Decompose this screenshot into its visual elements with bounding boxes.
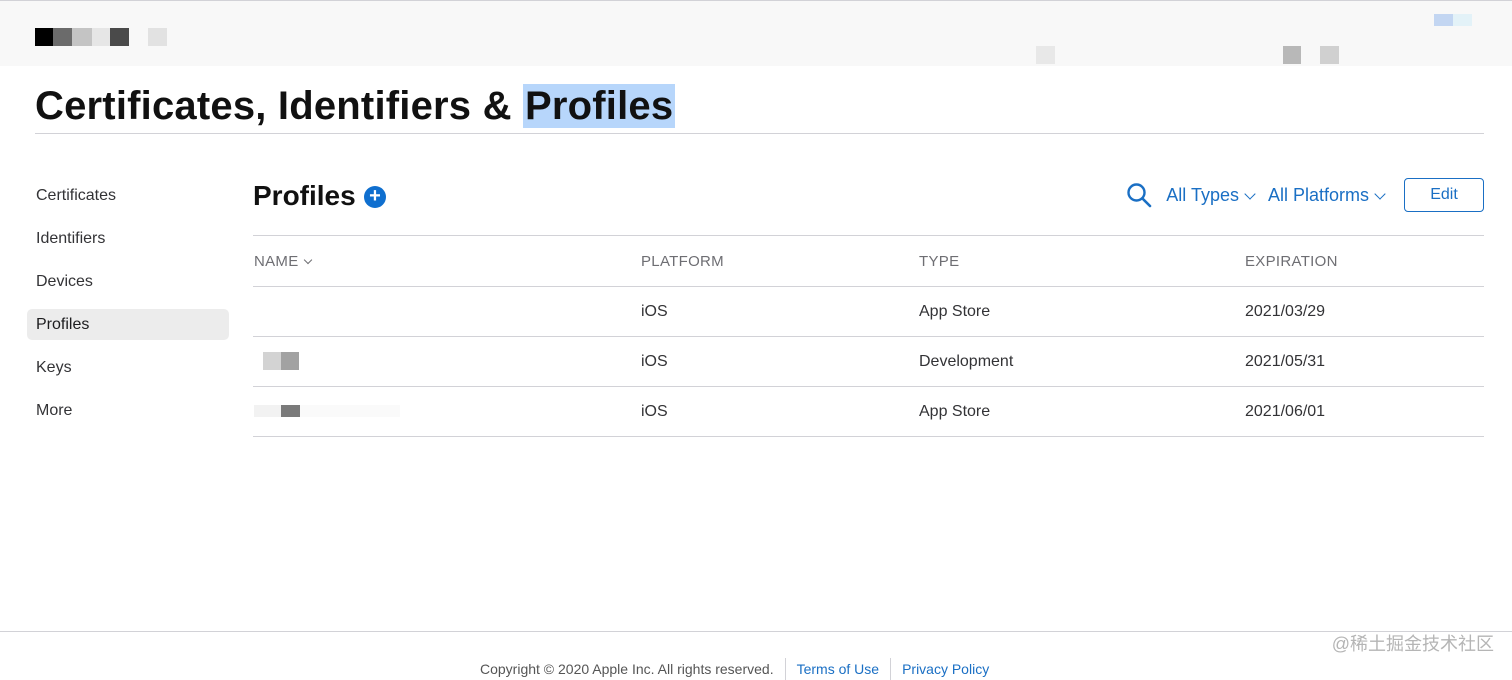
expiration-cell: 2021/05/31 <box>1244 336 1484 387</box>
platform-cell: iOS <box>640 386 918 437</box>
redacted-account <box>1453 14 1472 26</box>
redacted-logo <box>148 28 167 46</box>
type-cell: App Store <box>918 286 1244 337</box>
redacted-logo <box>35 28 53 46</box>
page-title: Certificates, Identifiers & Profiles <box>35 84 676 129</box>
column-header-name-label: NAME <box>254 252 299 270</box>
copyright-text: Copyright © 2020 Apple Inc. All rights r… <box>480 661 774 677</box>
redacted-account <box>1434 14 1453 26</box>
sidebar-item-certificates[interactable]: Certificates <box>27 180 229 211</box>
sidebar: Certificates Identifiers Devices Profile… <box>27 180 229 438</box>
redacted-nav-item <box>1320 46 1339 64</box>
footer-divider <box>784 658 786 680</box>
type-cell: App Store <box>918 386 1244 437</box>
watermark: @稀土掘金技术社区 <box>1331 634 1494 654</box>
footer: Copyright © 2020 Apple Inc. All rights r… <box>0 631 1512 680</box>
platform-cell: iOS <box>640 336 918 387</box>
footer-links: Copyright © 2020 Apple Inc. All rights r… <box>480 658 989 680</box>
chevron-down-icon <box>1244 187 1256 200</box>
chevron-down-icon <box>303 255 312 264</box>
sidebar-item-keys[interactable]: Keys <box>27 352 229 383</box>
footer-divider <box>890 658 892 680</box>
redacted-name <box>263 352 281 371</box>
search-icon[interactable] <box>1126 182 1152 208</box>
redacted-logo <box>92 28 110 46</box>
redacted-nav-item <box>1283 46 1301 64</box>
plus-circle-icon[interactable]: + <box>364 186 386 208</box>
type-cell: Development <box>918 336 1244 387</box>
column-header-name[interactable]: NAME <box>253 235 640 287</box>
section-header: Profiles + All Types All Platforms Edit <box>253 175 1484 235</box>
expiration-cell: 2021/06/01 <box>1244 386 1484 437</box>
redacted-logo <box>53 28 72 46</box>
main-content: Profiles + All Types All Platforms Edit … <box>253 175 1484 437</box>
sidebar-item-profiles[interactable]: Profiles <box>27 309 229 340</box>
column-header-type: TYPE <box>918 235 1244 287</box>
redacted-name <box>281 405 300 418</box>
profiles-table: NAME PLATFORM TYPE EXPIRATION iOS App St… <box>253 235 1484 437</box>
filter-types-label: All Types <box>1166 184 1239 205</box>
expiration-cell: 2021/03/29 <box>1244 286 1484 337</box>
filter-platforms-label: All Platforms <box>1267 184 1369 205</box>
terms-of-use-link[interactable]: Terms of Use <box>797 661 879 677</box>
table-header-row: NAME PLATFORM TYPE EXPIRATION <box>253 235 1484 287</box>
redacted-logo <box>72 28 92 46</box>
profile-name-cell[interactable] <box>253 286 640 337</box>
sidebar-item-identifiers[interactable]: Identifiers <box>27 223 229 254</box>
section-title: Profiles <box>253 180 356 211</box>
profile-name-cell[interactable] <box>253 386 640 437</box>
table-row[interactable]: iOS App Store 2021/03/29 <box>253 286 1484 337</box>
top-navigation-bar <box>0 0 1512 66</box>
privacy-policy-link[interactable]: Privacy Policy <box>902 661 989 677</box>
table-row[interactable]: iOS App Store 2021/06/01 <box>253 386 1484 437</box>
redacted-name <box>281 352 299 371</box>
sidebar-item-more[interactable]: More <box>27 395 229 426</box>
chevron-down-icon <box>1374 187 1386 200</box>
profile-name-cell[interactable] <box>253 336 640 387</box>
page-title-highlight: Profiles <box>522 84 676 128</box>
table-row[interactable]: iOS Development 2021/05/31 <box>253 336 1484 387</box>
column-header-expiration: EXPIRATION <box>1244 235 1484 287</box>
edit-button[interactable]: Edit <box>1404 178 1484 212</box>
platform-cell: iOS <box>640 286 918 337</box>
redacted-name <box>254 405 281 418</box>
redacted-logo <box>110 28 129 46</box>
redacted-name <box>300 405 400 418</box>
filter-platforms-dropdown[interactable]: All Platforms <box>1267 184 1386 206</box>
redacted-nav-item <box>1036 46 1055 64</box>
title-divider <box>35 133 1484 134</box>
filter-types-dropdown[interactable]: All Types <box>1166 184 1256 206</box>
header-controls: All Types All Platforms Edit <box>1126 177 1484 213</box>
sidebar-item-devices[interactable]: Devices <box>27 266 229 297</box>
page-title-prefix: Certificates, Identifiers & <box>35 84 523 128</box>
column-header-platform: PLATFORM <box>640 235 918 287</box>
